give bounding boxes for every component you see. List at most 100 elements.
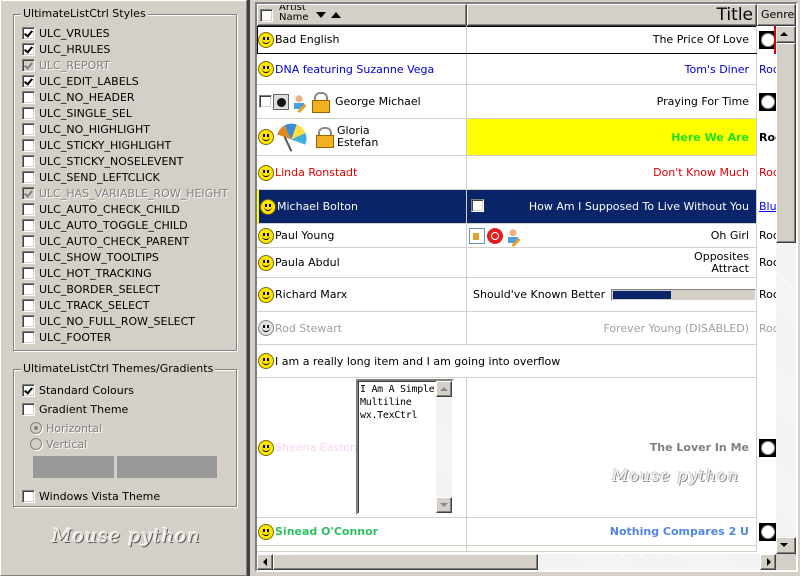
list-row[interactable]: Paula Abdul Opposites Attract Rock: [257, 248, 785, 278]
column-header-artist[interactable]: Artist Name: [257, 4, 467, 26]
style-option-ulc-hrules[interactable]: ULC_HRULES: [22, 41, 110, 57]
list-row[interactable]: DNA featuring Suzanne Vega Tom's Diner R…: [257, 54, 785, 85]
style-option-ulc-single-sel[interactable]: ULC_SINGLE_SEL: [22, 105, 132, 121]
checkbox-label: Standard Colours: [39, 383, 134, 397]
list-row[interactable]: Sinead O'Connor Nothing Compares 2 U: [257, 518, 777, 546]
themes-groupbox-title: UltimateListCtrl Themes/Gradients: [21, 362, 216, 376]
checkbox-box[interactable]: [22, 266, 35, 280]
checkbox-box[interactable]: [22, 74, 35, 88]
list-row[interactable]: Paul Young Oh Girl Rock: [257, 224, 785, 248]
style-option-ulc-show-tooltips[interactable]: ULC_SHOW_TOOLTIPS: [22, 249, 159, 265]
genre-focus-marker: [757, 26, 776, 54]
vista-theme-checkbox[interactable]: Windows Vista Theme: [22, 488, 160, 504]
checkbox-label: ULC_HRULES: [39, 42, 111, 56]
vertical-scroll-thumb[interactable]: [776, 43, 796, 243]
scroll-up-button[interactable]: [776, 26, 796, 43]
gradient-theme-checkbox[interactable]: Gradient Theme: [22, 401, 128, 417]
radio-button[interactable]: [30, 438, 42, 450]
style-option-ulc-send-leftclick[interactable]: ULC_SEND_LEFTCLICK: [22, 169, 160, 185]
checkbox-box[interactable]: [22, 402, 35, 416]
ultimate-list-ctrl: Artist Name Title Genre Bad English The …: [253, 0, 800, 576]
checkbox-box[interactable]: [22, 298, 35, 312]
vertical-radio[interactable]: Vertical: [30, 436, 87, 452]
style-option-ulc-edit-labels[interactable]: ULC_EDIT_LABELS: [22, 73, 139, 89]
title-cell: [467, 546, 757, 551]
title-cell: Forever Young (DISABLED): [467, 312, 757, 344]
checkbox-label: ULC_BORDER_SELECT: [39, 282, 160, 296]
checkbox-box[interactable]: [22, 138, 35, 152]
horizontal-radio[interactable]: Horizontal: [30, 420, 102, 436]
style-option-ulc-no-full-row-select[interactable]: ULC_NO_FULL_ROW_SELECT: [22, 313, 195, 329]
gradient-color-1-button[interactable]: [33, 456, 114, 478]
scroll-up-button[interactable]: [436, 381, 452, 397]
style-option-ulc-border-select[interactable]: ULC_BORDER_SELECT: [22, 281, 160, 297]
style-option-ulc-track-select[interactable]: ULC_TRACK_SELECT: [22, 297, 149, 313]
list-row[interactable]: Linda Ronstadt Don't Know Much Rock: [257, 156, 785, 190]
scroll-right-button[interactable]: [760, 554, 776, 570]
checkbox-box[interactable]: [22, 489, 35, 503]
checkbox-box[interactable]: [22, 282, 35, 296]
standard-colours-checkbox[interactable]: Standard Colours: [22, 382, 134, 398]
row-checkbox[interactable]: [471, 199, 484, 212]
list-row[interactable]: Gloria Estefan Here We Are Rock: [257, 119, 789, 156]
column-header-title[interactable]: Title: [467, 4, 757, 26]
style-option-ulc-auto-check-parent[interactable]: ULC_AUTO_CHECK_PARENT: [22, 233, 189, 249]
vertical-scrollbar[interactable]: [776, 26, 796, 554]
textctrl-scrollbar[interactable]: [436, 381, 452, 513]
checkbox-box[interactable]: [22, 154, 35, 168]
list-row[interactable]: Bad English The Price Of Love: [257, 26, 777, 54]
checkbox-label: ULC_AUTO_TOGGLE_CHILD: [39, 218, 188, 232]
checkbox-box[interactable]: [22, 90, 35, 104]
artist-text: Sinead O'Connor: [275, 525, 379, 538]
style-option-ulc-sticky-highlight[interactable]: ULC_STICKY_HIGHLIGHT: [22, 137, 171, 153]
checkbox-box[interactable]: [22, 106, 35, 120]
radio-label: Vertical: [46, 437, 88, 451]
row-checkbox[interactable]: [259, 95, 272, 108]
multiline-textctrl[interactable]: I Am A Simple Multiline wx.TexCtrl: [356, 379, 454, 515]
horizontal-scrollbar[interactable]: [257, 554, 776, 570]
style-option-ulc-vrules[interactable]: ULC_VRULES: [22, 25, 110, 41]
style-option-ulc-no-highlight[interactable]: ULC_NO_HIGHLIGHT: [22, 121, 150, 137]
checkbox-box[interactable]: [22, 250, 35, 264]
artist-cell: Richard Marx: [257, 278, 467, 311]
scroll-down-button[interactable]: [776, 537, 796, 554]
checkbox-box[interactable]: [22, 122, 35, 136]
style-option-ulc-auto-toggle-child[interactable]: ULC_AUTO_TOGGLE_CHILD: [22, 217, 188, 233]
checkbox-box[interactable]: [22, 218, 35, 232]
title-cell: Praying For Time: [467, 85, 757, 118]
themes-groupbox: UltimateListCtrl Themes/Gradients Standa…: [13, 362, 237, 507]
checkbox-label: ULC_FOOTER: [39, 330, 112, 344]
header-checkbox[interactable]: [260, 9, 273, 22]
artist-cell: DNA featuring Suzanne Vega: [257, 54, 467, 84]
list-row[interactable]: George Michael Praying For Time: [257, 85, 777, 119]
style-option-ulc-hot-tracking[interactable]: ULC_HOT_TRACKING: [22, 265, 152, 281]
checkbox-box[interactable]: [22, 202, 35, 216]
style-option-ulc-auto-check-child[interactable]: ULC_AUTO_CHECK_CHILD: [22, 201, 180, 217]
checkbox-box[interactable]: [22, 383, 35, 397]
gradient-color-2-button[interactable]: [117, 456, 217, 478]
list-row[interactable]: Sheena Easton I Am A Simple Multiline wx…: [257, 378, 777, 518]
scroll-left-button[interactable]: [257, 554, 273, 570]
checkbox-box[interactable]: [22, 314, 35, 328]
horizontal-scroll-thumb[interactable]: [273, 554, 538, 570]
list-row[interactable]: Richard Marx Should've Known Better Rock: [257, 278, 785, 312]
style-option-ulc-no-header[interactable]: ULC_NO_HEADER: [22, 89, 135, 105]
title-cell: Nothing Compares 2 U: [467, 518, 757, 545]
user-edit-icon: [505, 228, 521, 244]
list-row-selected[interactable]: Michael Bolton How Am I Supposed To Live…: [257, 190, 789, 224]
scroll-down-button[interactable]: [436, 497, 452, 513]
list-row[interactable]: I am a really long item and I am going i…: [257, 345, 757, 378]
title-cell: Don't Know Much: [467, 156, 757, 189]
style-option-ulc-sticky-noselevent[interactable]: ULC_STICKY_NOSELEVENT: [22, 153, 183, 169]
checkbox-box[interactable]: [22, 234, 35, 248]
checkbox-box[interactable]: [22, 26, 35, 40]
list-row-disabled: Rod Stewart Forever Young (DISABLED) Roc…: [257, 312, 785, 345]
column-header-genre[interactable]: Genre: [757, 4, 796, 26]
radio-button[interactable]: [30, 422, 42, 434]
checkbox-box[interactable]: [22, 170, 35, 184]
style-option-ulc-report: ULC_REPORT: [22, 57, 110, 73]
checkbox-box[interactable]: [22, 42, 35, 56]
style-option-ulc-footer[interactable]: ULC_FOOTER: [22, 329, 111, 345]
title-text: Don't Know Much: [653, 166, 749, 179]
checkbox-box[interactable]: [22, 330, 35, 344]
